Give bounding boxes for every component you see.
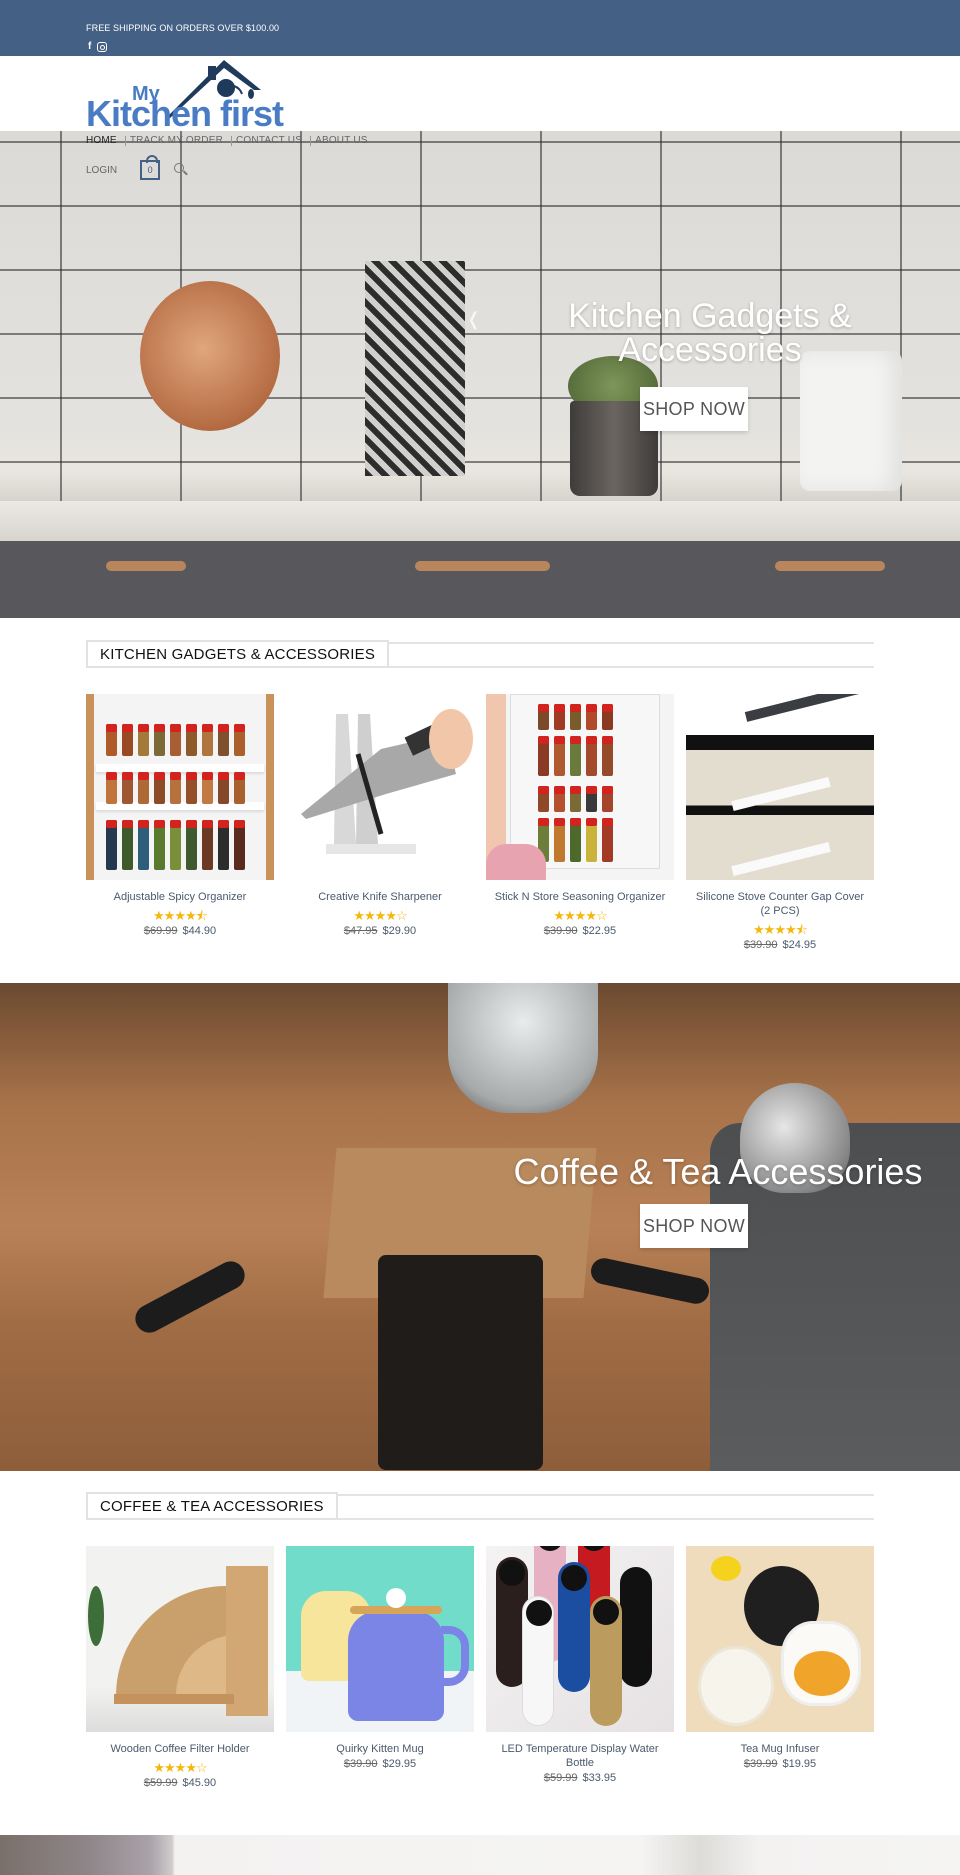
product-grid-coffee: Wooden Coffee Filter Holder ★★★★☆ $59.99…: [86, 1546, 874, 1789]
star-rating-icon: ★★★★⯪: [153, 908, 208, 923]
product-image-spicy-organizer[interactable]: [86, 694, 274, 880]
product-price: $39.90 $29.95: [286, 1758, 474, 1770]
product-card[interactable]: Silicone Stove Counter Gap Cover (2 PCS)…: [686, 694, 874, 951]
hanging-towel-image: [365, 261, 465, 476]
product-image-stick-n-store[interactable]: [486, 694, 674, 880]
product-card[interactable]: Quirky Kitten Mug $39.90 $29.95: [286, 1546, 474, 1789]
product-name[interactable]: Wooden Coffee Filter Holder: [86, 1742, 274, 1756]
product-card[interactable]: Creative Knife Sharpener ★★★★☆ $47.95 $29…: [286, 694, 474, 951]
hero-banner-kitchen: ❬ Kitchen Gadgets & Accessories SHOP NOW: [0, 131, 960, 618]
social-links: f: [88, 42, 108, 52]
section-title-kitchen: KITCHEN GADGETS & ACCESSORIES: [86, 640, 874, 668]
product-image-knife-sharpener[interactable]: [286, 694, 474, 880]
sale-price: $19.95: [782, 1758, 817, 1770]
search-icon[interactable]: [174, 163, 188, 177]
cabinet-image: [0, 541, 960, 618]
section-heading: KITCHEN GADGETS & ACCESSORIES: [86, 640, 390, 668]
product-name[interactable]: Quirky Kitten Mug: [286, 1742, 474, 1756]
section-heading: COFFEE & TEA ACCESSORIES: [86, 1492, 338, 1520]
nav-divider: [310, 135, 312, 146]
portafilter-image: [588, 1255, 712, 1307]
login-link[interactable]: LOGIN: [86, 165, 117, 176]
star-rating-icon: ★★★★⯪: [753, 922, 808, 937]
nav-divider: [231, 135, 232, 146]
product-card[interactable]: Stick N Store Seasoning Organizer ★★★★☆ …: [486, 694, 674, 951]
product-price: $69.99 $44.90: [86, 925, 274, 937]
product-card[interactable]: Adjustable Spicy Organizer ★★★★⯪ $69.99 $…: [86, 694, 274, 951]
section-title-coffee: COFFEE & TEA ACCESSORIES: [86, 1492, 874, 1520]
header-utilities: LOGIN 0: [86, 155, 188, 180]
svg-text:Kitchen first: Kitchen first: [86, 93, 284, 130]
sale-price: $45.90: [182, 1777, 217, 1789]
original-price: $47.95: [343, 925, 378, 937]
nav-item-home[interactable]: HOME: [86, 135, 121, 146]
nav-item-track-order[interactable]: TRACK MY ORDER: [130, 135, 227, 146]
shipping-announcement: FREE SHIPPING ON ORDERS OVER $100.00: [86, 23, 280, 33]
original-price: $39.90: [743, 939, 778, 951]
coffee-grinder-image: [448, 983, 598, 1113]
product-image-gap-cover[interactable]: [686, 694, 874, 880]
original-price: $59.99: [543, 1772, 578, 1784]
countertop-image: [0, 501, 960, 541]
hero-kitchen-title: Kitchen Gadgets & Accessories: [568, 297, 852, 369]
product-card[interactable]: Wooden Coffee Filter Holder ★★★★☆ $59.99…: [86, 1546, 274, 1789]
product-name[interactable]: Adjustable Spicy Organizer: [86, 890, 274, 904]
copper-pan-image: [140, 281, 280, 431]
sale-price: $24.95: [782, 939, 817, 951]
original-price: $69.99: [143, 925, 178, 937]
product-name[interactable]: Tea Mug Infuser: [686, 1742, 874, 1756]
tamping-mat-image: [378, 1255, 543, 1470]
hero-coffee-title: Coffee & Tea Accessories: [513, 1151, 923, 1192]
product-price: $39.90 $22.95: [486, 925, 674, 937]
facebook-icon[interactable]: f: [88, 42, 91, 52]
cart-icon[interactable]: 0: [140, 155, 161, 180]
original-price: $39.90: [543, 925, 578, 937]
product-price: $39.90 $24.95: [686, 939, 874, 951]
product-image-kitten-mug[interactable]: [286, 1546, 474, 1732]
shop-now-coffee-button[interactable]: SHOP NOW: [640, 1204, 748, 1248]
original-price: $39.90: [343, 1758, 378, 1770]
nav-divider: [124, 135, 126, 146]
product-grid-kitchen: Adjustable Spicy Organizer ★★★★⯪ $69.99 $…: [86, 694, 874, 951]
hero-banner-coffee: Coffee & Tea Accessories SHOP NOW: [0, 983, 960, 1471]
product-image-led-bottle[interactable]: [486, 1546, 674, 1732]
star-rating-icon: ★★★★☆: [153, 1760, 207, 1775]
original-price: $39.99: [743, 1758, 778, 1770]
product-name[interactable]: LED Temperature Display Water Bottle: [486, 1742, 674, 1770]
kitchen-first-logo-icon: My Kitchen first: [86, 60, 285, 134]
product-price: $59.99 $33.95: [486, 1772, 674, 1784]
star-rating-icon: ★★★★☆: [353, 908, 407, 923]
product-price: $47.95 $29.90: [286, 925, 474, 937]
main-nav: HOME TRACK MY ORDER CONTACT US ABOUT US: [86, 135, 372, 146]
product-image-tea-infuser[interactable]: [686, 1546, 874, 1732]
hero-banner-next: [0, 1835, 960, 1875]
sale-price: $22.95: [582, 925, 617, 937]
sale-price: $29.95: [382, 1758, 417, 1770]
utensil-holder-image: [800, 351, 902, 491]
cabinet-handle-image: [106, 561, 186, 571]
sale-price: $33.95: [582, 1772, 617, 1784]
product-name[interactable]: Stick N Store Seasoning Organizer: [486, 890, 674, 904]
original-price: $59.99: [143, 1777, 178, 1789]
nav-item-about[interactable]: ABOUT US: [315, 135, 372, 146]
star-rating-icon: ★★★★☆: [553, 908, 607, 923]
product-price: $39.99 $19.95: [686, 1758, 874, 1770]
cabinet-handle-image: [775, 561, 885, 571]
product-price: $59.99 $45.90: [86, 1777, 274, 1789]
product-card[interactable]: Tea Mug Infuser $39.99 $19.95: [686, 1546, 874, 1789]
slider-prev-arrow-icon[interactable]: ❬: [466, 309, 481, 330]
shop-now-kitchen-button[interactable]: SHOP NOW: [640, 387, 748, 431]
product-image-filter-holder[interactable]: [86, 1546, 274, 1732]
sale-price: $29.90: [382, 925, 417, 937]
top-bar: FREE SHIPPING ON ORDERS OVER $100.00 f: [0, 0, 960, 56]
product-name[interactable]: Creative Knife Sharpener: [286, 890, 474, 904]
site-logo[interactable]: My Kitchen first: [86, 58, 298, 134]
nav-item-contact[interactable]: CONTACT US: [236, 135, 306, 146]
sale-price: $44.90: [182, 925, 217, 937]
portafilter-image: [130, 1256, 250, 1338]
cabinet-handle-image: [415, 561, 550, 571]
product-name[interactable]: Silicone Stove Counter Gap Cover (2 PCS): [686, 890, 874, 918]
product-card[interactable]: LED Temperature Display Water Bottle $59…: [486, 1546, 674, 1789]
instagram-icon[interactable]: [97, 42, 108, 52]
